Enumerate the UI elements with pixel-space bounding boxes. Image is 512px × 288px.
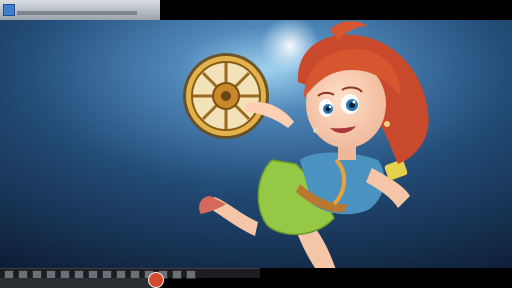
record-icon[interactable] [148, 272, 164, 288]
earring-left [313, 127, 319, 133]
image-viewport[interactable] [0, 20, 512, 268]
toolbar [0, 268, 260, 279]
window-titlebar[interactable] [0, 0, 160, 21]
desktop [0, 0, 512, 288]
window-subtitle [17, 11, 137, 15]
clock-gear [183, 53, 269, 139]
toolbar-button-14[interactable] [186, 270, 196, 279]
app-icon [3, 4, 15, 16]
scene-image [0, 20, 512, 268]
window-title [17, 3, 97, 11]
status-bar [0, 278, 160, 288]
toolbar-button-13[interactable] [172, 270, 182, 279]
taskbar [0, 268, 512, 288]
earring [384, 121, 390, 127]
status-text [4, 279, 144, 287]
